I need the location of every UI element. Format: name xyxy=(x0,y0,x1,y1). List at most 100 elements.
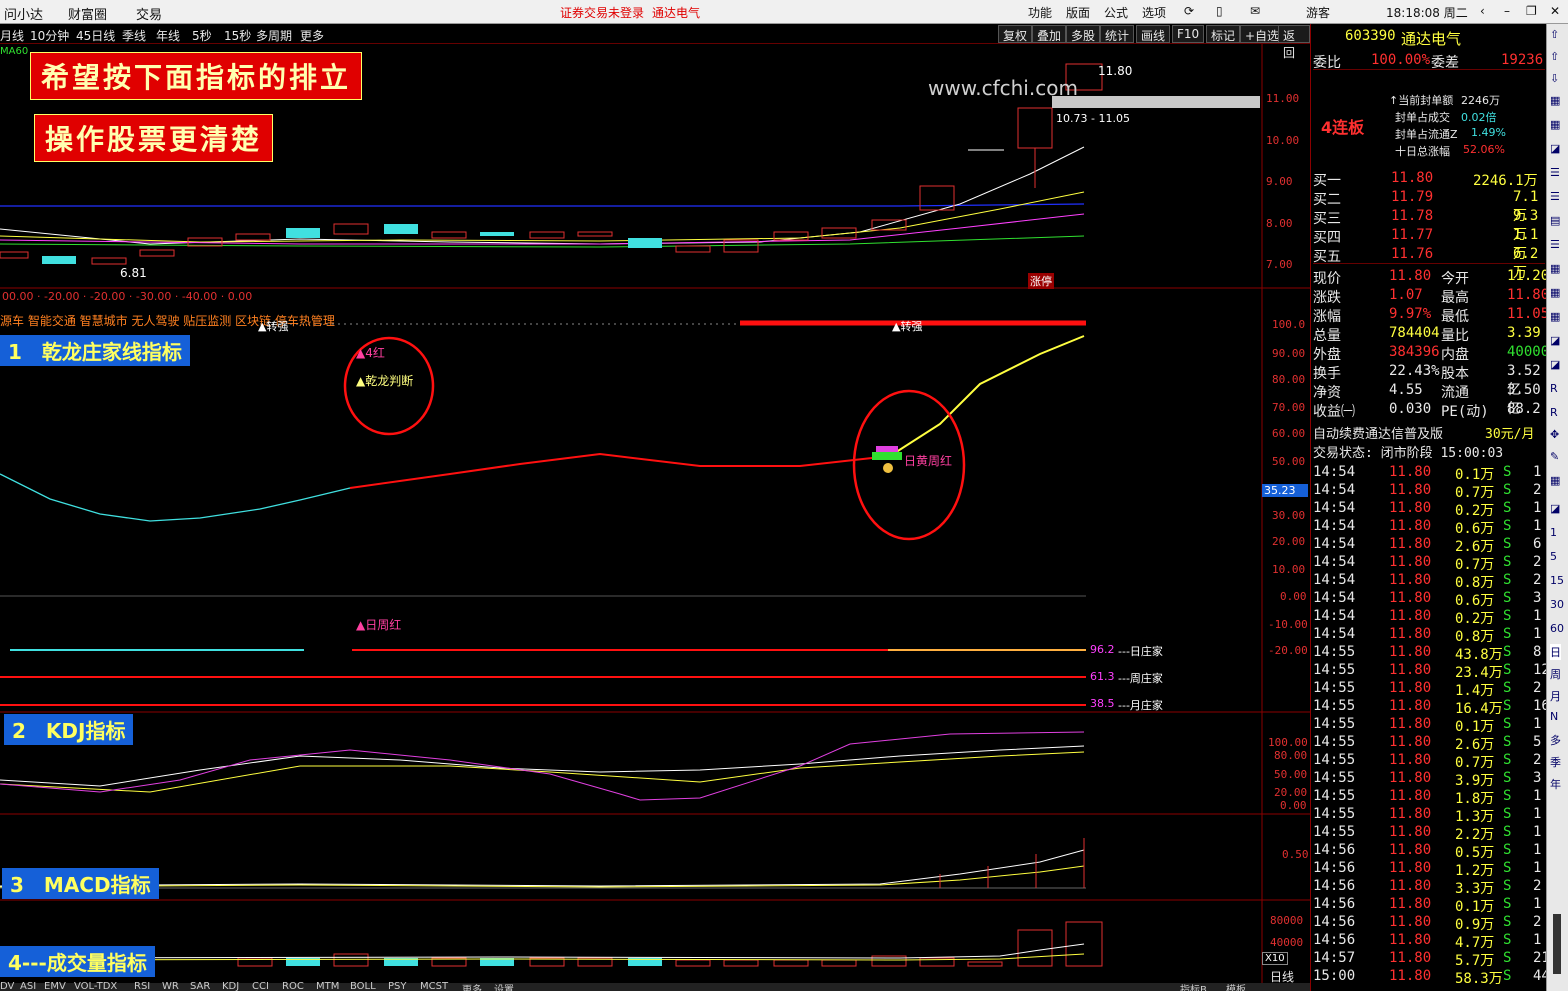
guest-label[interactable]: 游客 xyxy=(1306,4,1330,21)
list-icon[interactable]: ☰ xyxy=(1550,238,1560,251)
chart-icon[interactable]: ◪ xyxy=(1550,358,1560,371)
period-quarter[interactable]: 季线 xyxy=(122,27,146,44)
chart-canvas[interactable] xyxy=(0,44,1310,984)
grid-icon[interactable]: ▦ xyxy=(1550,262,1560,275)
period-30[interactable]: 30 xyxy=(1550,598,1564,611)
tab-emv[interactable]: EMV xyxy=(44,981,66,991)
chart-icon[interactable]: ◪ xyxy=(1550,502,1560,515)
chart-icon[interactable]: ◪ xyxy=(1550,142,1560,155)
restore-icon[interactable]: ❐ xyxy=(1526,4,1537,18)
back-icon[interactable]: ‹ xyxy=(1480,4,1485,18)
period-quarter[interactable]: 季 xyxy=(1550,754,1561,770)
menu-caifuquan[interactable]: 财富圈 xyxy=(68,4,107,23)
move-icon[interactable]: ✥ xyxy=(1550,428,1559,441)
grid-icon[interactable]: ▦ xyxy=(1550,118,1560,131)
tick-side: S xyxy=(1503,518,1512,534)
btn-huaxian[interactable]: 画线 xyxy=(1136,25,1171,43)
period-45day[interactable]: 45日线 xyxy=(76,27,115,44)
btn-duogu[interactable]: 多股 xyxy=(1066,25,1101,43)
btn-f10[interactable]: F10 xyxy=(1172,25,1205,43)
tick-time: 14:54 xyxy=(1313,482,1356,498)
up-arrow-icon[interactable]: ⇧ xyxy=(1550,28,1559,41)
tick-price: 11.80 xyxy=(1389,626,1432,642)
zhuang-value: 61.3 xyxy=(1090,670,1115,683)
stat-label: 总量 xyxy=(1313,328,1341,344)
down-arrow-icon[interactable]: ⇩ xyxy=(1550,72,1559,85)
minimize-icon[interactable]: – xyxy=(1504,4,1510,18)
period-multi[interactable]: 多 xyxy=(1550,732,1561,748)
tab-sar[interactable]: SAR xyxy=(190,981,210,991)
period-15[interactable]: 15 xyxy=(1550,574,1564,587)
period-5s[interactable]: 5秒 xyxy=(192,27,212,44)
chart-icon[interactable]: ◪ xyxy=(1550,334,1560,347)
period-n[interactable]: N xyxy=(1550,710,1558,723)
list-icon[interactable]: ☰ xyxy=(1550,166,1560,179)
tab-template[interactable]: 模板 xyxy=(1226,981,1246,991)
grid-icon[interactable]: ▦ xyxy=(1550,310,1560,323)
scrollbar[interactable] xyxy=(1553,914,1561,974)
tab-settings[interactable]: 设置 xyxy=(494,981,514,991)
indicator-title-1: 1 乾龙庄家线指标 xyxy=(0,335,190,366)
period-60[interactable]: 60 xyxy=(1550,622,1564,635)
phone-icon[interactable]: ▯ xyxy=(1216,4,1223,18)
promo-text[interactable]: 自动续费通达信普及版 xyxy=(1313,423,1443,442)
menu-jiaoyi[interactable]: 交易 xyxy=(136,4,162,23)
tab-psy[interactable]: PSY xyxy=(388,981,407,991)
pencil-icon[interactable]: ✎ xyxy=(1550,450,1559,463)
x10-toggle[interactable]: X10 xyxy=(1262,952,1288,965)
btn-biaoji[interactable]: 标记 xyxy=(1206,25,1241,43)
tab-roc[interactable]: ROC xyxy=(282,981,304,991)
login-warning[interactable]: 证券交易未登录 xyxy=(560,4,644,21)
tick-price: 11.80 xyxy=(1389,806,1432,822)
y-tick: 7.00 xyxy=(1266,258,1293,271)
bid-price: 11.79 xyxy=(1391,189,1434,205)
btn-fanhui[interactable]: 返回 xyxy=(1278,25,1310,60)
period-10min[interactable]: 10分钟 xyxy=(30,27,69,44)
y-tick: 10.00 xyxy=(1266,134,1300,147)
period-year[interactable]: 年线 xyxy=(156,27,180,44)
tab-vol-tdx[interactable]: VOL-TDX xyxy=(74,981,117,991)
grid-icon[interactable]: ▦ xyxy=(1550,94,1560,107)
btn-tongji[interactable]: 统计 xyxy=(1100,25,1135,43)
promo-price[interactable]: 30元/月 xyxy=(1485,423,1534,442)
mail-icon[interactable]: ✉ xyxy=(1250,4,1260,18)
btn-fuquan[interactable]: 复权 xyxy=(998,25,1033,43)
grid-icon[interactable]: ▦ xyxy=(1550,286,1560,299)
period-day[interactable]: 日 xyxy=(1550,644,1561,660)
menu-wenxiaoda[interactable]: 问小达 xyxy=(4,4,43,23)
tab-kdj[interactable]: KDJ xyxy=(222,981,239,991)
close-icon[interactable]: ✕ xyxy=(1550,4,1560,18)
up-arrow-icon[interactable]: ⇧ xyxy=(1550,50,1559,63)
period-month[interactable]: 月 xyxy=(1550,688,1561,704)
period-week[interactable]: 周 xyxy=(1550,666,1561,682)
period-year[interactable]: 年 xyxy=(1550,776,1561,792)
period-15s[interactable]: 15秒 xyxy=(224,27,251,44)
list-icon[interactable]: ☰ xyxy=(1550,190,1560,203)
tab-asi[interactable]: ASI xyxy=(20,981,36,991)
tab-boll[interactable]: BOLL xyxy=(350,981,376,991)
period-1[interactable]: 1 xyxy=(1550,526,1557,539)
btn-diejia[interactable]: 叠加 xyxy=(1032,25,1067,43)
tab-mcst[interactable]: MCST xyxy=(420,981,448,991)
chart-icon[interactable]: ▤ xyxy=(1550,214,1560,227)
tab-cci[interactable]: CCI xyxy=(252,981,269,991)
period-5[interactable]: 5 xyxy=(1550,550,1557,563)
rsi-icon[interactable]: R xyxy=(1550,406,1558,419)
tab-rsi[interactable]: RSI xyxy=(134,981,150,991)
period-more[interactable]: 更多 xyxy=(300,27,324,44)
menu-banmian[interactable]: 版面 xyxy=(1066,4,1090,21)
refresh-icon[interactable]: ⟳ xyxy=(1184,4,1194,18)
menu-gongneng[interactable]: 功能 xyxy=(1028,4,1052,21)
tab-indicator-b[interactable]: 指标B xyxy=(1180,981,1207,991)
menu-gongshi[interactable]: 公式 xyxy=(1104,4,1128,21)
period-multi[interactable]: 多周期 xyxy=(256,27,292,44)
tab-wr[interactable]: WR xyxy=(162,981,179,991)
period-month[interactable]: 月线 xyxy=(0,27,24,44)
menu-xuanxiang[interactable]: 选项 xyxy=(1142,4,1166,21)
tab-mtm[interactable]: MTM xyxy=(316,981,339,991)
grid-icon[interactable]: ▦ xyxy=(1550,474,1560,487)
tab-dv[interactable]: DV xyxy=(0,981,14,991)
rsi-icon[interactable]: R xyxy=(1550,382,1558,395)
tick-count: 2 xyxy=(1533,482,1542,498)
tab-more[interactable]: 更多 xyxy=(462,981,482,991)
